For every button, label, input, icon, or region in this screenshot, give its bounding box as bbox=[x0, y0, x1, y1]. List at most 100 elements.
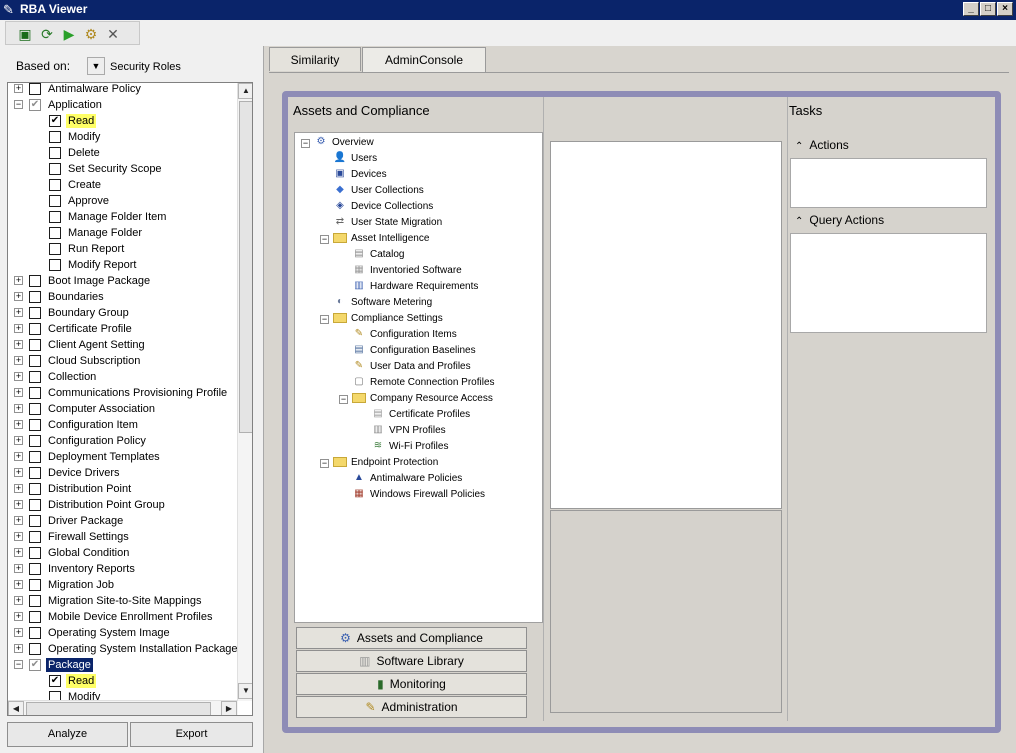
tree-row[interactable]: Manage Folder bbox=[8, 225, 238, 241]
nav-item[interactable]: ✎ Configuration Items bbox=[352, 327, 457, 343]
tree-row[interactable]: + Configuration Item bbox=[8, 417, 238, 433]
expand-icon[interactable]: + bbox=[14, 484, 23, 493]
expand-icon[interactable]: + bbox=[14, 516, 23, 525]
tree-row[interactable]: Run Report bbox=[8, 241, 238, 257]
permission-checkbox[interactable] bbox=[29, 419, 41, 431]
permission-checkbox[interactable] bbox=[29, 291, 41, 303]
nav-item[interactable]: Asset Intelligence bbox=[333, 231, 429, 247]
permission-checkbox[interactable] bbox=[29, 499, 41, 511]
permission-checkbox[interactable] bbox=[49, 131, 61, 143]
results-list[interactable] bbox=[550, 141, 782, 509]
expand-icon[interactable]: + bbox=[14, 308, 23, 317]
permission-checkbox[interactable] bbox=[29, 435, 41, 447]
scroll-thumb[interactable] bbox=[239, 101, 252, 433]
tree-row[interactable]: + Operating System Image bbox=[8, 625, 238, 641]
nav-item[interactable]: ⇄ User State Migration bbox=[333, 215, 442, 231]
nav-item[interactable]: 👤 Users bbox=[333, 151, 377, 167]
tree-row[interactable]: Delete bbox=[8, 145, 238, 161]
query-actions-header[interactable]: ⌃ Query Actions bbox=[789, 210, 884, 230]
nav-item[interactable]: ≋ Wi-Fi Profiles bbox=[371, 439, 449, 455]
tree-row[interactable]: Create bbox=[8, 177, 238, 193]
maximize-button[interactable]: □ bbox=[980, 2, 996, 16]
nav-item[interactable]: ▥ Hardware Requirements bbox=[352, 279, 478, 295]
permission-checkbox[interactable] bbox=[29, 531, 41, 543]
expand-icon[interactable]: + bbox=[14, 468, 23, 477]
permission-checkbox[interactable] bbox=[49, 259, 61, 271]
permission-checkbox[interactable] bbox=[29, 307, 41, 319]
permission-checkbox[interactable] bbox=[29, 467, 41, 479]
tree-row[interactable]: Modify bbox=[8, 129, 238, 145]
expand-icon[interactable]: + bbox=[14, 388, 23, 397]
tree-row[interactable]: + Boot Image Package bbox=[8, 273, 238, 289]
permission-checkbox[interactable] bbox=[29, 611, 41, 623]
workspace-button[interactable]: ✎ Administration bbox=[296, 696, 527, 718]
permission-checkbox[interactable] bbox=[29, 643, 41, 655]
scroll-up-icon[interactable]: ▲ bbox=[238, 83, 252, 99]
tree-row[interactable]: + Deployment Templates bbox=[8, 449, 238, 465]
tab-similarity[interactable]: Similarity bbox=[269, 47, 361, 71]
expand-icon[interactable]: + bbox=[14, 420, 23, 429]
tree-row[interactable]: + Distribution Point Group bbox=[8, 497, 238, 513]
expand-icon[interactable]: + bbox=[14, 564, 23, 573]
horizontal-scrollbar[interactable]: ◀ ▶ bbox=[8, 700, 238, 715]
tree-row[interactable]: + Device Drivers bbox=[8, 465, 238, 481]
permission-checkbox[interactable] bbox=[49, 195, 61, 207]
nav-item[interactable]: ▣ Devices bbox=[333, 167, 386, 183]
collapse-icon[interactable]: − bbox=[14, 660, 23, 669]
permission-checkbox[interactable] bbox=[29, 515, 41, 527]
tree-row[interactable]: Approve bbox=[8, 193, 238, 209]
tree-row[interactable]: ✔ Read bbox=[8, 113, 238, 129]
expand-icon[interactable]: + bbox=[14, 452, 23, 461]
nav-item[interactable]: ▲ Antimalware Policies bbox=[352, 471, 462, 487]
tree-row[interactable]: + Cloud Subscription bbox=[8, 353, 238, 369]
nav-item[interactable]: Compliance Settings bbox=[333, 311, 443, 327]
scroll-right-icon[interactable]: ▶ bbox=[221, 701, 237, 715]
nav-item[interactable]: ▤ Configuration Baselines bbox=[352, 343, 475, 359]
tree-row[interactable]: + Computer Association bbox=[8, 401, 238, 417]
nav-item[interactable]: Company Resource Access bbox=[352, 391, 493, 407]
permission-checkbox[interactable] bbox=[49, 147, 61, 159]
expand-icon[interactable]: + bbox=[14, 356, 23, 365]
permission-checkbox[interactable] bbox=[29, 579, 41, 591]
permission-checkbox[interactable] bbox=[29, 483, 41, 495]
collapse-icon[interactable]: − bbox=[320, 459, 329, 468]
refresh-icon[interactable]: ⟳ bbox=[38, 25, 56, 43]
nav-item[interactable]: Endpoint Protection bbox=[333, 455, 438, 471]
expand-icon[interactable]: + bbox=[14, 84, 23, 93]
permission-checkbox[interactable] bbox=[29, 595, 41, 607]
nav-item[interactable]: ▦ Inventoried Software bbox=[352, 263, 461, 279]
minimize-button[interactable]: _ bbox=[963, 2, 979, 16]
tree-row[interactable]: + Migration Site-to-Site Mappings bbox=[8, 593, 238, 609]
close-window-button[interactable]: × bbox=[997, 2, 1013, 16]
tree-row[interactable]: + Boundary Group bbox=[8, 305, 238, 321]
collapse-icon[interactable]: − bbox=[301, 139, 310, 148]
tree-row[interactable]: + Global Condition bbox=[8, 545, 238, 561]
permission-checkbox[interactable] bbox=[29, 275, 41, 287]
workspace-button[interactable]: ▮ Monitoring bbox=[296, 673, 527, 695]
permission-checkbox[interactable] bbox=[29, 355, 41, 367]
vertical-scrollbar[interactable]: ▲ ▼ bbox=[237, 83, 252, 701]
permission-checkbox[interactable] bbox=[29, 339, 41, 351]
permission-checkbox[interactable]: ✔ bbox=[29, 99, 41, 111]
nav-item[interactable]: ◐ Software Metering bbox=[333, 295, 432, 311]
export-button[interactable]: Export bbox=[130, 722, 253, 747]
expand-icon[interactable]: + bbox=[14, 292, 23, 301]
tree-row[interactable]: − ✔ Package bbox=[8, 657, 238, 673]
expand-icon[interactable]: + bbox=[14, 276, 23, 285]
tree-row[interactable]: + Communications Provisioning Profile bbox=[8, 385, 238, 401]
expand-icon[interactable]: + bbox=[14, 612, 23, 621]
actions-header[interactable]: ⌃ Actions bbox=[789, 135, 849, 155]
nav-item[interactable]: ⚙ Overview bbox=[314, 135, 374, 151]
tree-row[interactable]: + Antimalware Policy bbox=[8, 83, 238, 97]
tree-row[interactable]: + Migration Job bbox=[8, 577, 238, 593]
nav-item[interactable]: ◆ User Collections bbox=[333, 183, 424, 199]
permission-checkbox[interactable] bbox=[29, 83, 41, 95]
console-icon[interactable]: ▣ bbox=[16, 25, 34, 43]
tree-row[interactable]: − ✔ Application bbox=[8, 97, 238, 113]
expand-icon[interactable]: + bbox=[14, 500, 23, 509]
tree-row[interactable]: + Operating System Installation Package bbox=[8, 641, 238, 657]
expand-icon[interactable]: + bbox=[14, 548, 23, 557]
tree-row[interactable]: Modify Report bbox=[8, 257, 238, 273]
permission-checkbox[interactable] bbox=[49, 163, 61, 175]
tree-row[interactable]: Set Security Scope bbox=[8, 161, 238, 177]
